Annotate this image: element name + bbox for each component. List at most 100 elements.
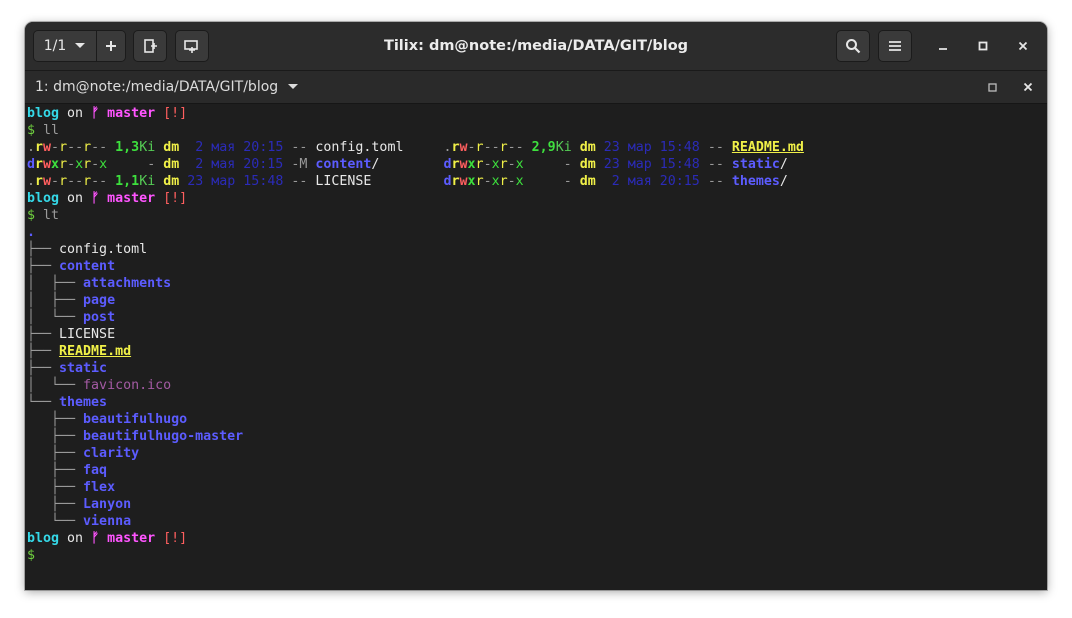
permission-char: . [27,174,36,189]
prompt-directory: blog [27,106,60,121]
split-vertical-icon [184,40,198,53]
split-right-button[interactable] [133,30,167,62]
permission-char: r [83,157,92,172]
prompt-on: on [59,106,92,121]
terminal-output[interactable]: blog on ᚠ master [!] $ ll .rw-r--r-- 1,3Ki… [27,105,1045,590]
permission-char: d [443,157,452,172]
tree-entry-name: vienna [83,514,132,529]
git-status: [!] [163,191,188,206]
terminal-maximize-button[interactable] [984,79,1000,95]
tree-entry-name: LICENSE [59,327,116,342]
tree-line: │ └── favicon.ico [27,377,1045,394]
menu-button[interactable] [878,30,912,62]
permission-char: w [459,157,468,172]
command-text: ll [43,123,60,138]
dir-suffix: / [779,174,788,189]
tree-line: ├── config.toml [27,241,1045,258]
git-status: [!] [163,106,188,121]
git-status-column: -M [291,157,308,172]
file-date: 23 мар 15:48 [603,157,700,172]
permission-char: - [75,140,84,155]
minimize-button[interactable] [931,34,955,58]
permission-char: r [35,157,44,172]
permission-char: r [499,174,508,189]
tree-line: ├── beautifulhugo [27,411,1045,428]
terminal-space [99,106,107,121]
terminal-space [596,174,604,189]
file-owner: dm [579,140,596,155]
session-counter-button[interactable]: 1/1 [34,31,96,61]
tree-entry-name: flex [83,480,116,495]
file-date: 2 мая 20:15 [187,157,284,172]
ll-row: .rw-r--r-- 1,1Ki dm 23 мар 15:48 -- LICE… [27,173,1045,190]
git-status-column: -- [707,174,724,189]
permission-char: - [51,140,60,155]
permission-char: - [507,174,516,189]
tree-branch: ├── [27,242,60,257]
prompt-on: on [59,531,92,546]
permission-char: - [91,174,100,189]
terminal-space [524,174,532,189]
permission-char: - [99,140,108,155]
terminal-space [724,140,732,155]
file-size: - [531,157,572,172]
permission-char: - [75,174,84,189]
permission-char: r [59,140,68,155]
file-owner: dm [579,174,596,189]
permission-char: . [443,140,452,155]
prompt-line: blog on ᚠ master [!] [27,190,1045,207]
tree-branch: ├── [27,344,60,359]
tree-entry-name: themes [59,395,108,410]
ll-row: drwxr-xr-x - dm 2 мая 20:15 -M content/ … [27,156,1045,173]
tree-line: ├── LICENSE [27,326,1045,343]
terminal-space [99,191,107,206]
maximize-button[interactable] [971,34,995,58]
file-name: LICENSE [315,174,372,189]
tree-entry-name: clarity [83,446,140,461]
permission-char: r [475,174,484,189]
prompt-on: on [59,191,92,206]
terminal-space [155,531,163,546]
file-name: README.md [731,140,804,155]
file-owner: dm [579,157,596,172]
file-owner: dm [163,174,180,189]
split-down-button[interactable] [175,30,209,62]
permission-char: x [51,157,60,172]
terminal-space [35,208,43,223]
search-button[interactable] [836,30,870,62]
file-date: 2 мая 20:15 [187,140,284,155]
permission-char: w [43,140,52,155]
git-branch-icon: ᚠ [91,106,100,121]
permission-char: - [51,174,60,189]
permission-char: x [515,157,524,172]
tree-entry-name: attachments [83,276,172,291]
tree-entry-name: beautifulhugo [83,412,188,427]
maximize-icon [987,82,997,92]
permission-char: x [491,157,500,172]
permission-char: r [35,174,44,189]
terminal-close-button[interactable] [1020,79,1036,95]
file-owner: dm [163,140,180,155]
permission-char: . [27,140,36,155]
terminal-title-dropdown[interactable]: 1: dm@note:/media/DATA/GIT/blog [35,71,299,103]
terminal-space [35,123,43,138]
command-text: lt [43,208,60,223]
session-switcher[interactable]: 1/1 [33,30,126,62]
tree-branch: ├── [27,446,84,461]
tree-entry-name: post [83,310,116,325]
permission-char: - [67,157,76,172]
tree-branch: └── [27,514,84,529]
split-horizontal-icon [144,39,157,53]
permission-char: x [467,174,476,189]
prompt-directory: blog [27,191,60,206]
file-size: - [115,157,156,172]
tree-entry-name: favicon.ico [83,378,172,393]
permission-char: r [35,140,44,155]
git-branch-name: master [107,106,156,121]
tree-branch: │ ├── [27,293,84,308]
permission-char: - [467,140,476,155]
tree-line: ├── Lanyon [27,496,1045,513]
close-button[interactable] [1011,34,1035,58]
command-line: $ ll [27,122,1045,139]
add-session-button[interactable] [96,31,125,61]
